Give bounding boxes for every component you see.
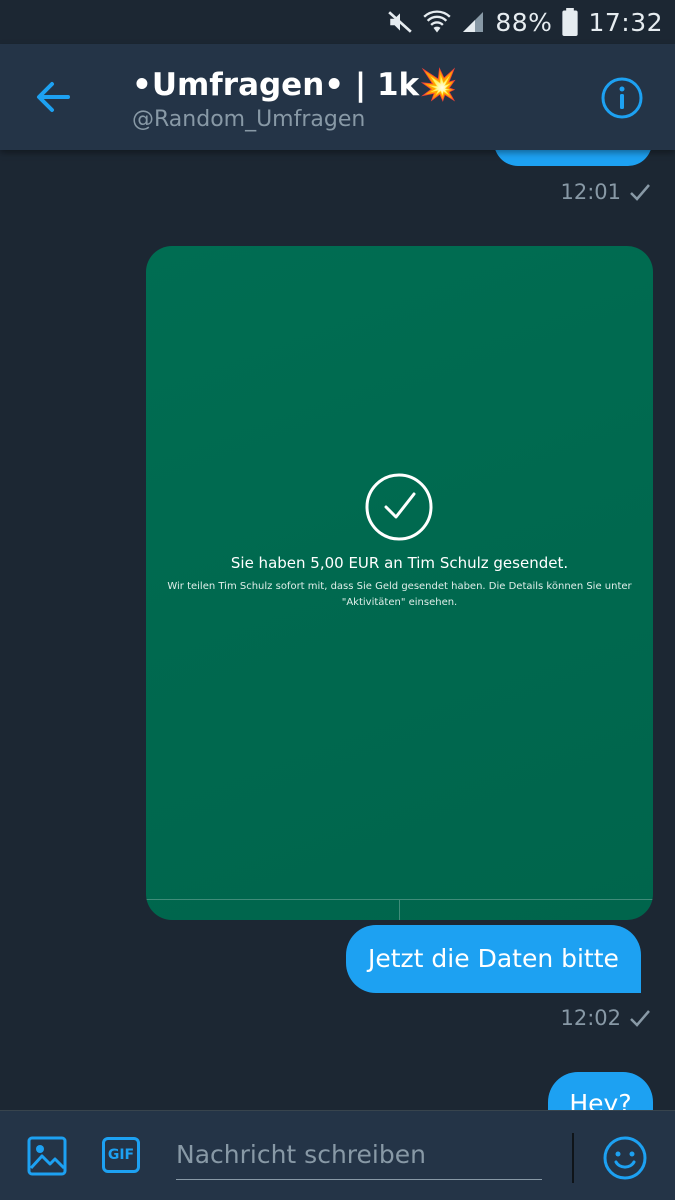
signal-icon: [463, 12, 484, 32]
payment-confirmation-image[interactable]: Sie haben 5,00 EUR an Tim Schulz gesende…: [146, 246, 653, 920]
info-icon: [601, 77, 643, 119]
message-input[interactable]: [176, 1129, 542, 1180]
message-bubble-partial[interactable]: Hey?: [548, 1072, 653, 1110]
add-photo-button[interactable]: [26, 1135, 68, 1177]
message-bubble[interactable]: Jetzt die Daten bitte: [346, 925, 641, 993]
status-bar: 88% 17:32: [0, 0, 675, 44]
message-bubble-previous[interactable]: [494, 150, 652, 166]
image-icon: [27, 1136, 67, 1176]
gif-button[interactable]: GIF: [102, 1137, 140, 1173]
payment-card-footer: [146, 899, 653, 920]
conversation-title-text: •Umfragen• | 1k: [132, 67, 420, 103]
timestamp-text: 12:01: [560, 180, 621, 204]
mute-icon: [388, 11, 413, 33]
message-timestamp: 12:02: [560, 1006, 651, 1030]
info-button[interactable]: [600, 76, 644, 120]
battery-percent: 88%: [495, 7, 553, 37]
message-timestamp: 12:01: [560, 180, 651, 204]
message-list[interactable]: 12:01 Sie haben 5,00 EUR an Tim Schulz g…: [0, 150, 675, 1110]
composer-divider: [572, 1133, 574, 1183]
back-button[interactable]: [28, 74, 78, 120]
clock: 17:32: [588, 7, 663, 37]
arrow-left-icon: [37, 82, 70, 112]
wifi-icon: [423, 10, 452, 33]
explosion-emoji-icon: 💥: [419, 67, 458, 103]
conversation-handle: @Random_Umfragen: [132, 107, 366, 132]
payment-title: Sie haben 5,00 EUR an Tim Schulz gesende…: [230, 554, 569, 572]
emoji-button[interactable]: [602, 1135, 648, 1181]
checkmark-icon: [630, 1010, 650, 1027]
payment-subtitle: Wir teilen Tim Schulz sofort mit, dass S…: [167, 581, 632, 608]
conversation-title[interactable]: •Umfragen• | 1k💥: [132, 66, 458, 103]
check-circle-icon: [365, 473, 433, 541]
checkmark-icon: [630, 184, 650, 201]
battery-icon: [562, 8, 579, 36]
timestamp-text: 12:02: [560, 1006, 621, 1030]
message-composer: GIF: [0, 1110, 675, 1200]
smiley-icon: [603, 1136, 647, 1180]
conversation-header: •Umfragen• | 1k💥 @Random_Umfragen: [0, 44, 675, 150]
